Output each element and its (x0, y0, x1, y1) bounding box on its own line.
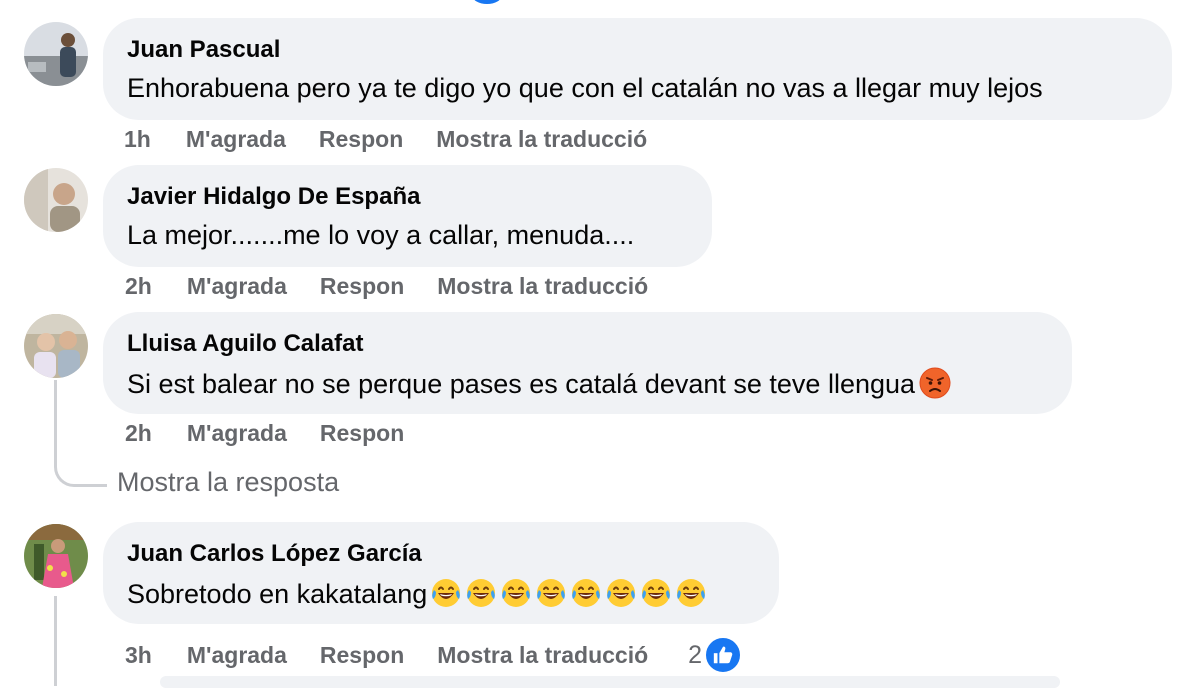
comment-text: Si est balear no se perque pases es cata… (127, 367, 951, 400)
comment-actions: 1h M'agrada Respon Mostra la traducció (124, 126, 680, 153)
comment-bubble: Juan Carlos López García Sobretodo en ka… (103, 522, 779, 624)
thread-line (54, 596, 57, 686)
tears-of-joy-icon (677, 579, 706, 607)
comment-author[interactable]: Juan Carlos López García (127, 540, 422, 568)
avatar[interactable] (24, 524, 88, 588)
tears-of-joy-icon (502, 579, 531, 607)
like-button[interactable]: M'agrada (187, 420, 287, 447)
comment-bubble: Juan Pascual Enhorabuena pero ya te digo… (103, 18, 1172, 120)
reaction-summary[interactable]: 2 (688, 636, 743, 674)
top-partial-badge (472, 0, 502, 4)
tears-of-joy-icon (537, 579, 566, 607)
thumbs-up-icon (704, 636, 743, 674)
comment-author[interactable]: Lluisa Aguilo Calafat (127, 330, 363, 358)
comment-text: La mejor.......me lo voy a callar, menud… (127, 220, 635, 250)
comment-timestamp[interactable]: 3h (125, 642, 152, 669)
comment-actions: 2h M'agrada Respon (125, 420, 437, 447)
translate-link[interactable]: Mostra la traducció (437, 273, 648, 300)
emoji-row (427, 579, 707, 609)
avatar[interactable] (24, 22, 88, 86)
tears-of-joy-icon (607, 579, 636, 607)
comment-author[interactable]: Javier Hidalgo De España (127, 183, 420, 211)
reply-button[interactable]: Respon (320, 273, 404, 300)
comment-bubble: Lluisa Aguilo Calafat Si est balear no s… (103, 312, 1072, 414)
reply-button[interactable]: Respon (320, 642, 404, 669)
like-button[interactable]: M'agrada (186, 126, 286, 153)
comment-actions: 3h M'agrada Respon Mostra la traducció 2 (125, 636, 743, 674)
thread-connector (54, 438, 107, 487)
comment-timestamp[interactable]: 1h (124, 126, 151, 153)
comment-timestamp[interactable]: 2h (125, 420, 152, 447)
angry-face-icon (919, 367, 951, 399)
reply-button[interactable]: Respon (320, 420, 404, 447)
like-button[interactable]: M'agrada (187, 273, 287, 300)
like-button[interactable]: M'agrada (187, 642, 287, 669)
comment-timestamp[interactable]: 2h (125, 273, 152, 300)
comment-text-content: Sobretodo en kakatalang (127, 579, 428, 609)
comment-text: Enhorabuena pero ya te digo yo que con e… (127, 73, 1043, 103)
translate-link[interactable]: Mostra la traducció (436, 126, 647, 153)
reaction-count: 2 (688, 640, 703, 669)
comment-author[interactable]: Juan Pascual (127, 36, 280, 64)
comment-text-content: Si est balear no se perque pases es cata… (127, 369, 916, 399)
avatar[interactable] (24, 314, 88, 378)
translate-link[interactable]: Mostra la traducció (437, 642, 648, 669)
comment-bubble: Javier Hidalgo De España La mejor.......… (103, 165, 712, 267)
next-comment-bubble-partial (160, 676, 1060, 688)
tears-of-joy-icon (642, 579, 671, 607)
thread-line (54, 380, 57, 440)
avatar[interactable] (24, 168, 88, 232)
reply-button[interactable]: Respon (319, 126, 403, 153)
show-replies-link[interactable]: Mostra la resposta (117, 467, 339, 498)
tears-of-joy-icon (572, 579, 601, 607)
tears-of-joy-icon (432, 579, 461, 607)
comment-actions: 2h M'agrada Respon Mostra la traducció (125, 273, 681, 300)
tears-of-joy-icon (467, 579, 496, 607)
comment-text: Sobretodo en kakatalang (127, 577, 707, 610)
